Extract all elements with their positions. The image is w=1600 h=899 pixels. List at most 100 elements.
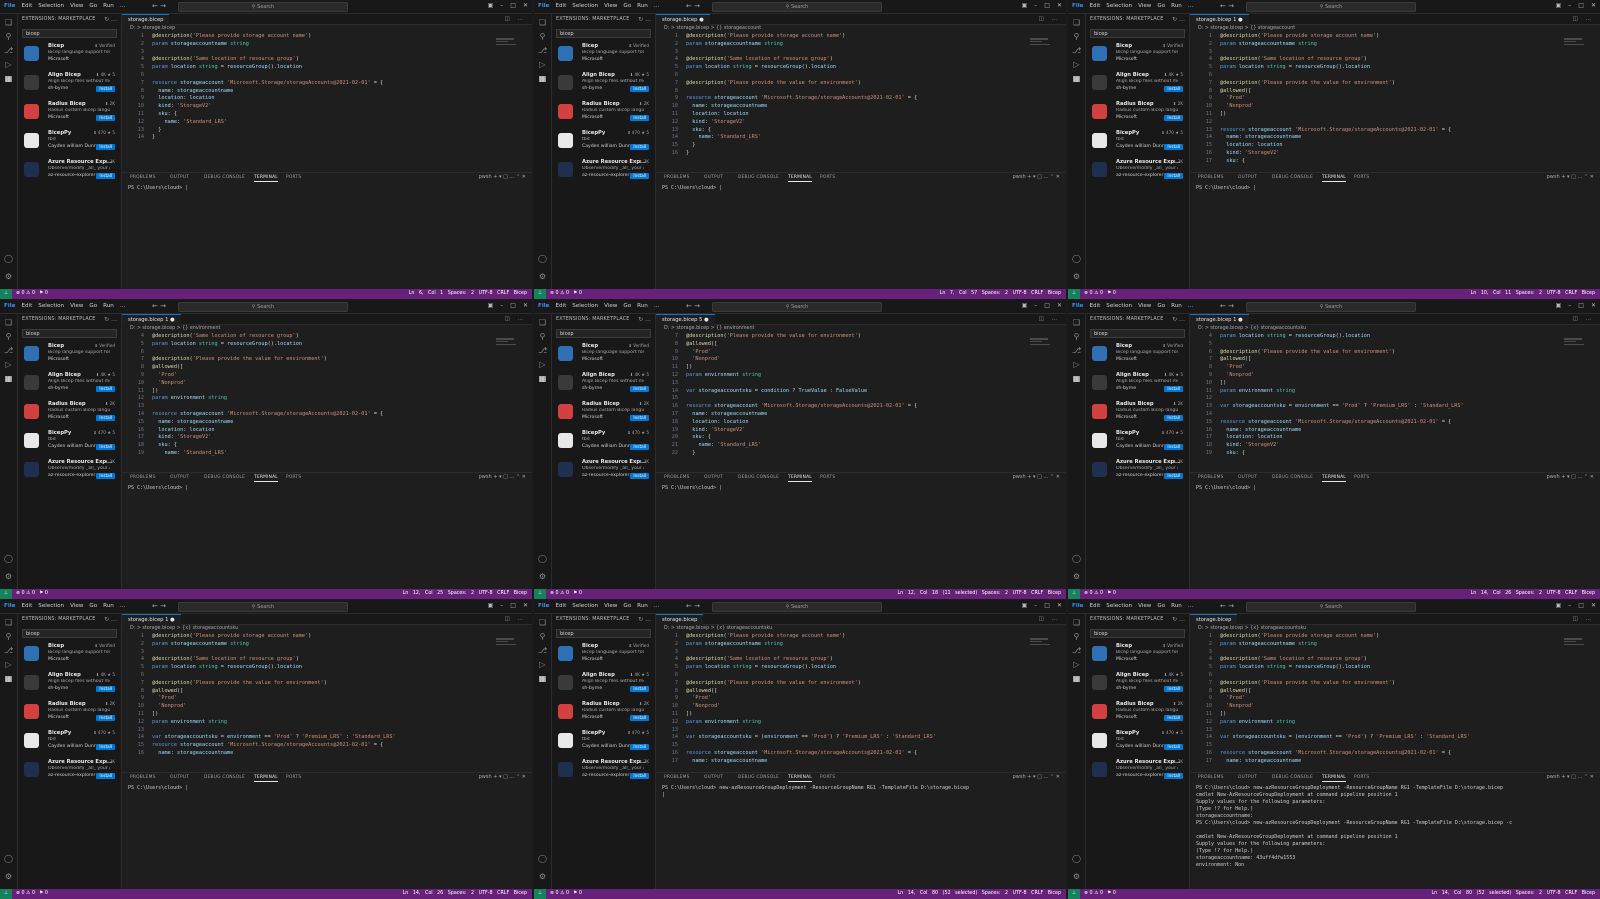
extension-item[interactable]: Align Bicep Align Bicep files without mo.… bbox=[18, 371, 121, 399]
panel-tab-problems[interactable]: PROBLEMS bbox=[130, 175, 156, 180]
code-line[interactable]: 11]) bbox=[656, 364, 693, 372]
code-editor[interactable]: 7 @description('Please provide the value … bbox=[656, 333, 1066, 469]
minimap[interactable] bbox=[1564, 638, 1586, 650]
extension-item[interactable]: Align Bicep Align Bicep files without mo.… bbox=[18, 71, 121, 99]
extension-item[interactable]: Radius BicepRadius custom Bicep langua..… bbox=[18, 700, 121, 728]
install-button[interactable]: Install bbox=[96, 773, 115, 779]
problems-count[interactable]: ⊗ 0 ⚠ 0 bbox=[12, 889, 35, 899]
code-line[interactable]: 16 resource storageaccount 'Microsoft.Sto… bbox=[1190, 750, 1451, 758]
code-line[interactable]: 17 name: storageaccountname bbox=[656, 411, 767, 419]
menu-item[interactable]: … bbox=[654, 603, 660, 609]
search-icon[interactable]: ⚲ bbox=[538, 32, 547, 41]
minimize-icon[interactable]: – bbox=[1034, 302, 1037, 309]
maximize-icon[interactable]: □ bbox=[1578, 602, 1584, 609]
menu-item[interactable]: Edit bbox=[555, 603, 566, 609]
extension-item[interactable]: BicepPy tbd Cayden william Dunn ⬇ 470 ★ 5 In… bbox=[1086, 129, 1189, 157]
panel-tab-ports[interactable]: PORTS bbox=[1354, 475, 1369, 480]
nav-arrows[interactable]: ← → bbox=[686, 2, 700, 10]
breadcrumb[interactable]: D: > storage.bicep > {x} storageaccounts… bbox=[1198, 626, 1306, 631]
command-search[interactable]: ⚲ Search bbox=[1246, 602, 1416, 612]
code-line[interactable]: 5 param location string = resourceGroup()… bbox=[656, 664, 836, 672]
nav-arrows[interactable]: ← → bbox=[152, 602, 166, 610]
panel-tab-problems[interactable]: PROBLEMS bbox=[130, 475, 156, 480]
tab-storage-bicep[interactable]: storage.bicep 1 ● bbox=[122, 614, 181, 625]
minimize-icon[interactable]: – bbox=[1568, 302, 1571, 309]
layout-icon[interactable]: ▣ bbox=[1022, 302, 1028, 309]
code-line[interactable]: 6 bbox=[656, 672, 686, 680]
code-line[interactable]: 7 @description('Please provide the value … bbox=[656, 80, 861, 88]
close-icon[interactable]: ✕ bbox=[1057, 2, 1062, 9]
menu-item[interactable]: View bbox=[1138, 303, 1151, 309]
editor-status[interactable]: Ln 10, Col 11 Spaces: 2 UTF-8 CRLF Bicep bbox=[1471, 289, 1595, 299]
settings-gear-icon[interactable]: ⚙ bbox=[4, 272, 13, 281]
explorer-icon[interactable]: ❏ bbox=[4, 318, 13, 327]
explorer-icon[interactable]: ❏ bbox=[538, 18, 547, 27]
install-button[interactable]: Install bbox=[630, 773, 649, 779]
menu-item[interactable]: Selection bbox=[38, 303, 64, 309]
menu-item[interactable]: Edit bbox=[21, 603, 32, 609]
code-line[interactable]: 7 @description('Please provide the value … bbox=[656, 333, 861, 341]
close-icon[interactable]: ✕ bbox=[1591, 2, 1596, 9]
breadcrumb[interactable]: D: > storage.bicep bbox=[130, 26, 175, 31]
panel-tab-terminal[interactable]: TERMINAL bbox=[254, 475, 278, 482]
menu-item[interactable]: Run bbox=[637, 303, 648, 309]
minimize-icon[interactable]: – bbox=[500, 302, 503, 309]
editor-actions[interactable]: ◫ … bbox=[505, 616, 526, 622]
code-line[interactable]: 8 @allowed([ bbox=[122, 688, 183, 696]
install-button[interactable]: Install bbox=[1164, 115, 1183, 121]
minimize-icon[interactable]: – bbox=[1568, 602, 1571, 609]
code-line[interactable]: 17 name: storageaccountname bbox=[1190, 758, 1301, 766]
editor-status[interactable]: Ln 14, Col 26 Spaces: 2 UTF-8 CRLF Bicep bbox=[1471, 589, 1595, 599]
menu-item[interactable]: Run bbox=[103, 603, 114, 609]
command-search[interactable]: ⚲ Search bbox=[1246, 302, 1416, 312]
code-line[interactable]: 7 resource storageaccount 'Microsoft.Stor… bbox=[122, 80, 383, 88]
editor-status[interactable]: Ln 7, Col 57 Spaces: 2 UTF-8 CRLF Bicep bbox=[940, 289, 1061, 299]
code-line[interactable]: 22 } bbox=[656, 450, 696, 458]
code-line[interactable]: 14 bbox=[1190, 411, 1220, 419]
install-button[interactable]: Install bbox=[630, 86, 649, 92]
code-line[interactable]: 13 bbox=[656, 727, 686, 735]
code-line[interactable]: 8 bbox=[656, 88, 686, 96]
panel-tab-ports[interactable]: PORTS bbox=[286, 175, 301, 180]
menu-item[interactable]: Go bbox=[623, 303, 631, 309]
code-line[interactable]: 5 param location string = resourceGroup()… bbox=[656, 64, 836, 72]
code-line[interactable]: 14 var storageaccountsku = (environment =… bbox=[1190, 734, 1470, 742]
account-icon[interactable]: ◯ bbox=[538, 854, 547, 863]
run-debug-icon[interactable]: ▷ bbox=[4, 360, 13, 369]
menu-item[interactable]: Edit bbox=[1089, 3, 1100, 9]
menu-item[interactable]: Selection bbox=[572, 3, 598, 9]
code-line[interactable]: 3 bbox=[656, 649, 686, 657]
editor-actions[interactable]: ◫ … bbox=[1573, 316, 1594, 322]
settings-gear-icon[interactable]: ⚙ bbox=[4, 872, 13, 881]
editor-status[interactable]: Ln 14, Col 26 Spaces: 2 UTF-8 CRLF Bicep bbox=[403, 889, 527, 899]
code-line[interactable]: 1 @description('Please provide storage ac… bbox=[122, 33, 311, 41]
panel-tab-problems[interactable]: PROBLEMS bbox=[1198, 175, 1224, 180]
code-line[interactable]: 5 param location string = resourceGroup()… bbox=[1190, 664, 1370, 672]
command-search[interactable]: ⚲ Search bbox=[178, 602, 348, 612]
explorer-icon[interactable]: ❏ bbox=[4, 618, 13, 627]
code-line[interactable]: 14 name: storageaccountname bbox=[1190, 134, 1301, 142]
extension-item[interactable]: Align Bicep Align Bicep files without mo.… bbox=[18, 671, 121, 699]
account-icon[interactable]: ◯ bbox=[1072, 254, 1081, 263]
layout-icon[interactable]: ▣ bbox=[488, 302, 494, 309]
code-line[interactable]: 16 name: storageaccountname bbox=[1190, 427, 1301, 435]
terminal-toolbar[interactable]: pwsh + ▾ □ … ⌃ ✕ bbox=[479, 774, 526, 780]
menu-item[interactable]: Edit bbox=[21, 3, 32, 9]
sidebar-actions[interactable]: ↻ … bbox=[104, 16, 117, 23]
code-line[interactable]: 8 @allowed([ bbox=[656, 341, 717, 349]
run-debug-icon[interactable]: ▷ bbox=[1072, 60, 1081, 69]
install-button[interactable]: Install bbox=[630, 144, 649, 150]
extension-item[interactable]: BicepPy tbd Cayden william Dunn ⬇ 470 ★ 5 In… bbox=[552, 429, 655, 457]
menu-item[interactable]: Run bbox=[1171, 303, 1182, 309]
source-control-icon[interactable]: ⎇ bbox=[538, 46, 547, 55]
code-line[interactable]: 2 param storageaccountname string bbox=[1190, 41, 1317, 49]
extension-item[interactable]: Azure Resource Exp... Observe/modify _all… bbox=[1086, 758, 1189, 786]
panel-tab-output[interactable]: OUTPUT bbox=[1238, 175, 1257, 180]
extension-item[interactable]: BicepPy tbd Cayden william Dunn ⬇ 470 ★ 5 In… bbox=[552, 129, 655, 157]
remote-indicator-icon[interactable]: ⊥ bbox=[534, 289, 546, 299]
problems-count[interactable]: ⊗ 0 ⚠ 0 bbox=[1080, 289, 1103, 299]
layout-icon[interactable]: ▣ bbox=[488, 2, 494, 9]
extension-item[interactable]: Bicep Bicep language support for Microsoft… bbox=[1086, 642, 1189, 670]
settings-gear-icon[interactable]: ⚙ bbox=[4, 572, 13, 581]
code-line[interactable]: 14} bbox=[122, 134, 155, 142]
